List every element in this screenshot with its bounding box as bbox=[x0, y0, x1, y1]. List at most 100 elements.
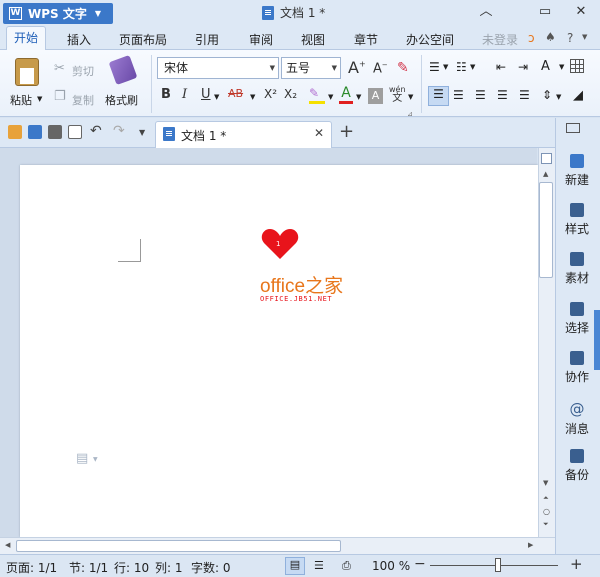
horizontal-scroll-thumb[interactable] bbox=[16, 540, 341, 552]
panel-select[interactable]: 选择 bbox=[556, 302, 598, 336]
shirt-icon[interactable]: ♠ bbox=[545, 30, 556, 44]
chevron-down-icon[interactable]: ▼ bbox=[556, 93, 561, 101]
strikethrough-icon[interactable]: AB bbox=[228, 87, 243, 107]
paste-icon[interactable] bbox=[15, 58, 39, 86]
save-icon[interactable] bbox=[28, 125, 42, 139]
chevron-down-icon[interactable]: ▼ bbox=[328, 93, 333, 101]
bullet-list-icon[interactable]: ☰ bbox=[429, 60, 440, 74]
line-spacing-icon[interactable]: ⇕ bbox=[542, 88, 552, 102]
tab-view[interactable]: 视图 bbox=[301, 31, 325, 48]
char-shading-icon[interactable]: A bbox=[368, 88, 383, 104]
cut-button[interactable]: 剪切 bbox=[72, 63, 94, 79]
page-view-icon[interactable]: ▤ bbox=[285, 557, 305, 575]
chevron-down-icon[interactable]: ▼ bbox=[470, 63, 475, 71]
panel-settings-icon[interactable] bbox=[566, 123, 580, 133]
chevron-down-icon[interactable]: ▼ bbox=[408, 93, 413, 101]
table-icon[interactable] bbox=[570, 59, 584, 73]
italic-icon[interactable]: I bbox=[182, 87, 187, 107]
scroll-up-icon[interactable]: ▲ bbox=[543, 170, 548, 178]
outline-view-icon[interactable]: ☰ bbox=[314, 559, 324, 572]
close-tab-icon[interactable]: ✕ bbox=[314, 126, 324, 140]
chevron-down-icon[interactable]: ▼ bbox=[93, 456, 98, 463]
font-dialog-launcher-icon[interactable]: ⊿ bbox=[407, 110, 413, 118]
change-case-icon[interactable]: A bbox=[541, 59, 550, 74]
subscript-icon[interactable]: X₂ bbox=[284, 87, 297, 107]
tab-references[interactable]: 引用 bbox=[195, 31, 219, 48]
print-preview-icon[interactable] bbox=[68, 125, 82, 139]
skin-icon[interactable]: ↄ bbox=[528, 31, 535, 45]
shading-icon[interactable]: ◢ bbox=[573, 88, 583, 103]
tab-review[interactable]: 审阅 bbox=[249, 31, 273, 48]
highlight-icon[interactable]: ✎ bbox=[309, 86, 325, 104]
panel-styles[interactable]: 样式 bbox=[556, 203, 598, 237]
tab-insert[interactable]: 插入 bbox=[67, 31, 91, 48]
scroll-left-icon[interactable]: ◀ bbox=[5, 541, 10, 549]
previous-page-icon[interactable]: ⏶ bbox=[543, 494, 549, 503]
chevron-down-icon[interactable]: ▼ bbox=[443, 63, 448, 71]
app-name: WPS 文字 bbox=[28, 7, 87, 21]
minimize-button[interactable]: ▭ bbox=[534, 3, 556, 21]
shrink-font-icon[interactable]: A− bbox=[373, 61, 388, 76]
font-color-icon[interactable]: A bbox=[339, 85, 353, 104]
undo-icon[interactable]: ↶ bbox=[90, 123, 102, 139]
align-left-icon[interactable]: ☰ bbox=[428, 86, 449, 106]
underline-icon[interactable]: U bbox=[201, 87, 211, 107]
scroll-right-icon[interactable]: ▶ bbox=[528, 541, 533, 549]
new-tab-icon[interactable]: + bbox=[339, 121, 354, 142]
superscript-icon[interactable]: X² bbox=[264, 87, 277, 107]
font-name-select[interactable]: 宋体 ▼ bbox=[157, 57, 279, 79]
align-right-icon[interactable]: ☰ bbox=[475, 88, 486, 102]
panel-materials[interactable]: 素材 bbox=[556, 252, 598, 286]
align-center-icon[interactable]: ☰ bbox=[453, 88, 464, 102]
tab-chapter[interactable]: 章节 bbox=[354, 31, 378, 48]
paragraph-icon[interactable]: ▤ bbox=[76, 451, 88, 466]
paste-button[interactable]: 粘贴 bbox=[10, 92, 32, 108]
panel-backup[interactable]: 备份 bbox=[556, 449, 598, 483]
collapse-ribbon-button[interactable]: ︿ bbox=[475, 3, 497, 21]
chevron-down-icon[interactable]: ▼ bbox=[139, 128, 145, 137]
chevron-down-icon[interactable]: ▼ bbox=[356, 93, 361, 101]
justify-icon[interactable]: ☰ bbox=[497, 88, 508, 102]
page[interactable] bbox=[20, 165, 538, 537]
chevron-down-icon[interactable]: ▼ bbox=[214, 93, 219, 101]
chevron-down-icon[interactable]: ▼ bbox=[37, 95, 42, 103]
web-view-icon[interactable]: ⎙ bbox=[342, 559, 351, 573]
vertical-scroll-thumb[interactable] bbox=[539, 182, 553, 278]
select-browse-object-icon[interactable]: ○ bbox=[543, 507, 550, 516]
zoom-slider-thumb[interactable] bbox=[495, 558, 501, 572]
panel-new[interactable]: 新建 bbox=[556, 154, 598, 188]
scroll-down-icon[interactable]: ▼ bbox=[543, 479, 548, 487]
zoom-out-icon[interactable]: − bbox=[414, 556, 426, 572]
print-icon[interactable] bbox=[48, 125, 62, 139]
pinyin-guide-icon[interactable]: wén 文 bbox=[389, 85, 406, 104]
numbered-list-icon[interactable]: ☷ bbox=[456, 60, 467, 74]
zoom-in-icon[interactable]: + bbox=[570, 555, 583, 573]
grow-font-icon[interactable]: A+ bbox=[348, 58, 366, 77]
tab-start[interactable]: 开始 bbox=[6, 26, 46, 51]
tab-page-layout[interactable]: 页面布局 bbox=[119, 31, 167, 48]
clear-format-icon[interactable]: ✎ bbox=[397, 60, 409, 76]
copy-button[interactable]: 复制 bbox=[72, 92, 94, 108]
redo-icon[interactable]: ↷ bbox=[113, 123, 125, 139]
login-link[interactable]: 未登录 bbox=[482, 31, 518, 48]
app-menu-button[interactable]: W WPS 文字 ▼ bbox=[3, 3, 113, 24]
panel-messages[interactable]: @ 消息 bbox=[556, 400, 598, 437]
panel-expand-handle[interactable] bbox=[594, 310, 600, 370]
close-button[interactable]: ✕ bbox=[570, 3, 592, 21]
chevron-down-icon[interactable]: ▼ bbox=[250, 93, 255, 101]
chevron-down-icon[interactable]: ▼ bbox=[582, 33, 587, 41]
ruler-toggle-icon[interactable] bbox=[541, 153, 552, 164]
font-size-select[interactable]: 五号 ▼ bbox=[281, 57, 341, 79]
decrease-indent-icon[interactable]: ⇤ bbox=[496, 60, 506, 74]
bold-icon[interactable]: B bbox=[161, 87, 171, 107]
panel-collaborate[interactable]: 协作 bbox=[556, 351, 598, 385]
tab-office-space[interactable]: 办公空间 bbox=[406, 31, 454, 48]
increase-indent-icon[interactable]: ⇥ bbox=[518, 60, 528, 74]
zoom-slider-track[interactable] bbox=[430, 565, 558, 566]
next-page-icon[interactable]: ⏷ bbox=[543, 520, 549, 529]
format-painter-button[interactable]: 格式刷 bbox=[105, 92, 138, 108]
help-icon[interactable]: ? bbox=[567, 31, 573, 45]
open-folder-icon[interactable] bbox=[8, 125, 22, 139]
distributed-icon[interactable]: ☰ bbox=[519, 88, 530, 102]
chevron-down-icon[interactable]: ▼ bbox=[559, 63, 564, 71]
